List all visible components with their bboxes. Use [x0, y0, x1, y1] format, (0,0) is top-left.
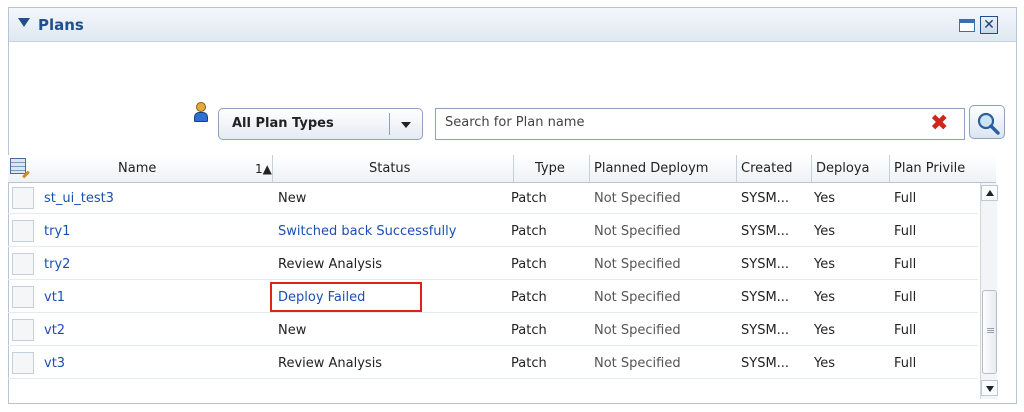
search-icon [977, 112, 1000, 135]
column-header-status[interactable]: Status [273, 155, 514, 183]
status-cell: Review Analysis [278, 257, 383, 272]
plan-name-link[interactable]: vt1 [44, 282, 65, 313]
column-header-name[interactable]: Name 1▲ [8, 155, 273, 183]
panel-header: Plans ✕ [9, 8, 1016, 42]
row-select-box[interactable] [12, 286, 34, 308]
status-cell: Review Analysis [278, 356, 383, 371]
status-cell: New [278, 191, 307, 206]
column-header-planned-deployment[interactable]: Planned Deploym [590, 155, 737, 183]
deployable-cell: Yes [814, 224, 835, 239]
column-settings-icon[interactable] [10, 158, 26, 174]
chevron-down-icon[interactable] [401, 122, 411, 128]
scroll-up-icon[interactable] [981, 185, 998, 201]
scroll-thumb[interactable] [982, 290, 997, 374]
table-row[interactable]: st_ui_test3 New Patch Not Specified SYSM… [8, 183, 978, 214]
close-icon[interactable]: ✕ [980, 16, 998, 34]
column-header-name-label: Name [118, 161, 157, 176]
privilege-cell: Full [894, 257, 917, 272]
deployable-cell: Yes [814, 356, 835, 371]
row-select-box[interactable] [12, 319, 34, 341]
plan-name-link[interactable]: vt3 [44, 348, 65, 379]
row-select-box[interactable] [12, 352, 34, 374]
type-cell: Patch [511, 191, 547, 206]
deployable-cell: Yes [814, 323, 835, 338]
planned-cell: Not Specified [594, 356, 681, 371]
search-input[interactable] [445, 115, 905, 130]
planned-cell: Not Specified [594, 224, 681, 239]
column-header-created[interactable]: Created [737, 155, 812, 183]
panel-title: Plans [38, 16, 84, 34]
select-divider [389, 113, 390, 135]
vertical-scrollbar[interactable] [980, 183, 998, 399]
column-header-type[interactable]: Type [514, 155, 590, 183]
planned-cell: Not Specified [594, 290, 681, 305]
table-row[interactable]: try1 Switched back Successfully Patch No… [8, 216, 978, 247]
table-row[interactable]: vt1 Deploy Failed Patch Not Specified SY… [8, 282, 978, 313]
created-cell: SYSM... [741, 323, 790, 338]
plan-name-link[interactable]: try1 [44, 216, 70, 247]
planned-cell: Not Specified [594, 257, 681, 272]
table-header: Name 1▲ Status Type Planned Deploym Crea… [8, 155, 996, 183]
column-header-plan-privilege[interactable]: Plan Privile [890, 155, 996, 183]
clear-search-icon[interactable]: ✖ [930, 112, 948, 136]
plan-name-link[interactable]: st_ui_test3 [44, 183, 114, 214]
table-row[interactable]: try2 Review Analysis Patch Not Specified… [8, 249, 978, 280]
user-icon[interactable] [193, 102, 209, 124]
type-cell: Patch [511, 356, 547, 371]
created-cell: SYSM... [741, 356, 790, 371]
deployable-cell: Yes [814, 290, 835, 305]
table-body: st_ui_test3 New Patch Not Specified SYSM… [8, 183, 996, 399]
search-button[interactable] [969, 105, 1005, 139]
created-cell: SYSM... [741, 191, 790, 206]
privilege-cell: Full [894, 224, 917, 239]
highlight-annotation [270, 282, 422, 312]
row-select-box[interactable] [12, 220, 34, 242]
table-row[interactable]: vt2 New Patch Not Specified SYSM... Yes … [8, 315, 978, 346]
row-select-box[interactable] [12, 253, 34, 275]
sort-ascending-indicator: 1▲ [255, 162, 272, 176]
status-link[interactable]: Switched back Successfully [278, 216, 456, 247]
collapse-triangle-icon[interactable] [18, 18, 30, 27]
deployable-cell: Yes [814, 257, 835, 272]
status-cell: New [278, 323, 307, 338]
privilege-cell: Full [894, 323, 917, 338]
privilege-cell: Full [894, 290, 917, 305]
plan-name-link[interactable]: try2 [44, 249, 70, 280]
privilege-cell: Full [894, 356, 917, 371]
type-cell: Patch [511, 323, 547, 338]
planned-cell: Not Specified [594, 191, 681, 206]
maximize-icon[interactable] [959, 19, 975, 32]
search-box: ✖ [435, 108, 965, 140]
created-cell: SYSM... [741, 257, 790, 272]
plan-type-select-label: All Plan Types [232, 116, 334, 131]
deployable-cell: Yes [814, 191, 835, 206]
privilege-cell: Full [894, 191, 917, 206]
created-cell: SYSM... [741, 290, 790, 305]
plan-type-select[interactable]: All Plan Types [218, 108, 423, 140]
table-row[interactable]: vt3 Review Analysis Patch Not Specified … [8, 348, 978, 379]
column-header-status-label: Status [369, 161, 411, 176]
column-header-type-label: Type [535, 161, 565, 176]
planned-cell: Not Specified [594, 323, 681, 338]
type-cell: Patch [511, 224, 547, 239]
type-cell: Patch [511, 290, 547, 305]
type-cell: Patch [511, 257, 547, 272]
row-select-box[interactable] [12, 187, 34, 209]
created-cell: SYSM... [741, 224, 790, 239]
column-header-deployable[interactable]: Deploya [812, 155, 890, 183]
plan-name-link[interactable]: vt2 [44, 315, 65, 346]
scroll-down-icon[interactable] [981, 380, 998, 396]
